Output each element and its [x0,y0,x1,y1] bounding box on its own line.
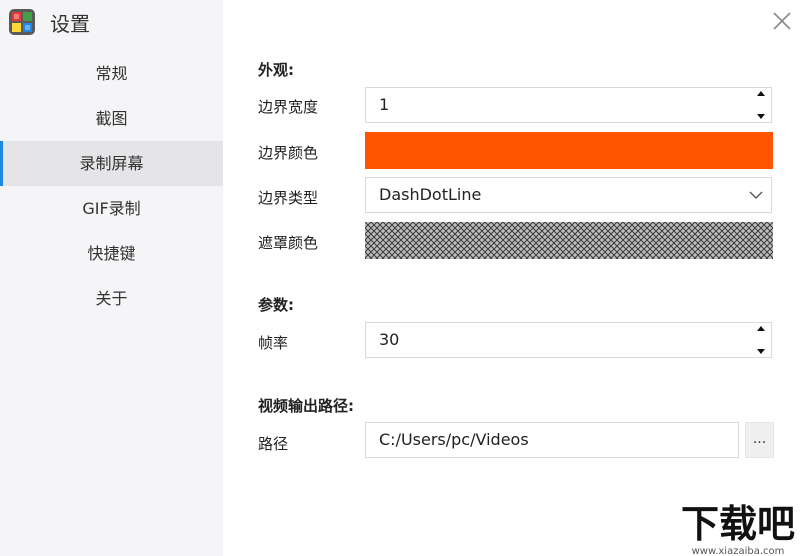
mask-color-label: 遮罩颜色 [258,234,319,252]
path-value: C:/Users/pc/Videos [379,430,529,449]
output-section-title: 视频输出路径: [258,397,354,415]
sidebar-item-screen-recording[interactable]: 录制屏幕 [0,141,223,186]
app-header: 设置 [8,6,90,38]
params-section-title: 参数: [258,296,294,314]
increment-arrow-icon[interactable] [756,325,766,332]
sidebar-item-gif-recording[interactable]: GIF录制 [0,186,223,231]
path-input[interactable]: C:/Users/pc/Videos [365,422,739,458]
browse-button[interactable]: ... [745,422,774,458]
frame-rate-label: 帧率 [258,334,289,352]
close-icon[interactable] [771,10,793,32]
app-title: 设置 [50,11,90,36]
border-type-value: DashDotLine [379,185,482,204]
watermark-logo: 下载吧 www.xiazaiba.com [670,499,805,556]
border-type-label: 边界类型 [258,189,319,207]
app-logo-icon [9,9,35,35]
svg-text:www.xiazaiba.com: www.xiazaiba.com [692,546,785,556]
sidebar-item-screenshot[interactable]: 截图 [0,96,223,141]
mask-color-swatch[interactable] [365,222,773,259]
border-width-value: 1 [379,95,390,114]
sidebar-item-about[interactable]: 关于 [0,276,223,321]
border-width-label: 边界宽度 [258,98,319,116]
chevron-down-icon [749,191,763,199]
sidebar-nav: 常规 截图 录制屏幕 GIF录制 快捷键 关于 [0,51,223,321]
border-color-label: 边界颜色 [258,144,319,162]
border-width-stepper[interactable] [753,90,769,120]
appearance-section-title: 外观: [258,61,294,79]
path-label: 路径 [258,435,289,453]
sidebar-item-shortcuts[interactable]: 快捷键 [0,231,223,276]
increment-arrow-icon[interactable] [756,90,766,97]
frame-rate-value: 30 [379,330,400,349]
sidebar: 设置 常规 截图 录制屏幕 GIF录制 快捷键 关于 [0,0,223,556]
border-color-swatch[interactable] [365,132,773,169]
decrement-arrow-icon[interactable] [756,113,766,120]
decrement-arrow-icon[interactable] [756,348,766,355]
frame-rate-spinbox[interactable]: 30 [365,322,772,358]
frame-rate-stepper[interactable] [753,325,769,355]
svg-text:下载吧: 下载吧 [681,502,795,546]
border-width-spinbox[interactable]: 1 [365,87,772,123]
border-type-select[interactable]: DashDotLine [365,177,772,213]
sidebar-item-general[interactable]: 常规 [0,51,223,96]
